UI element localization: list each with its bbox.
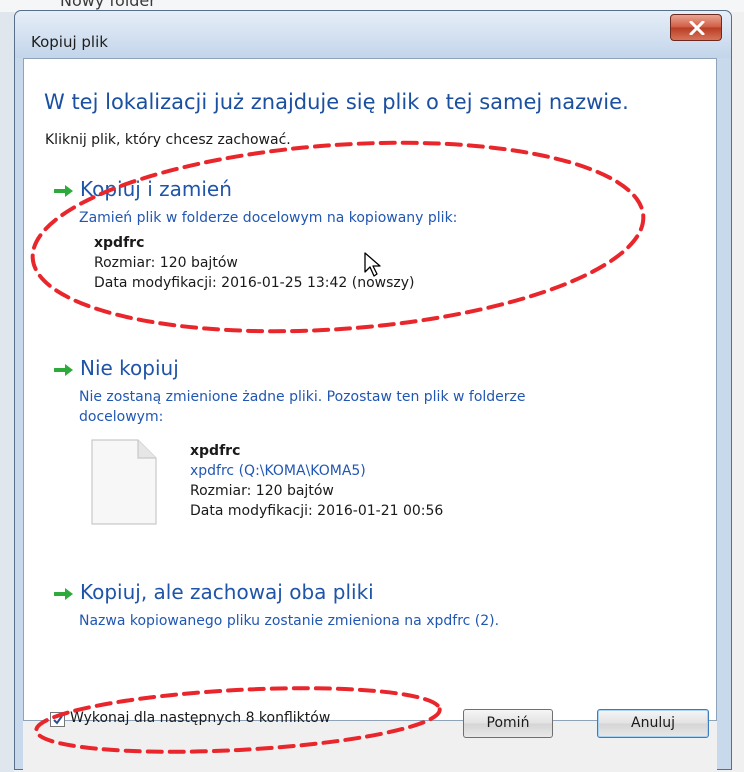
green-arrow-icon — [54, 364, 73, 376]
apply-to-all-checkbox[interactable] — [50, 712, 65, 727]
file-path: xpdfrc (Q:\KOMA\KOMA5) — [190, 463, 366, 479]
option-title: Nie kopiuj — [80, 356, 179, 380]
option-description-line: docelowym: — [79, 409, 164, 425]
file-size: Rozmiar: 120 bajtów — [190, 483, 334, 499]
window-title: Kopiuj plik — [31, 33, 108, 51]
option-description-line: Nie zostaną zmienione żadne pliki. Pozos… — [79, 389, 526, 405]
file-modified: Data modyfikacji: 2016-01-21 00:56 — [190, 503, 444, 519]
apply-to-all-label[interactable]: Wykonaj dla następnych 8 konfliktów — [70, 710, 330, 726]
mouse-cursor-icon — [364, 252, 381, 277]
checkmark-icon — [53, 715, 63, 725]
file-name: xpdfrc — [94, 235, 145, 251]
dialog-content: W tej lokalizacji już znajduje się plik … — [23, 58, 717, 721]
option-description: Nie zostaną zmienione żadne pliki. Pozos… — [79, 387, 526, 427]
copy-file-dialog: Kopiuj plik W tej lokalizacji już znajdu… — [14, 10, 732, 771]
green-arrow-icon — [54, 185, 73, 197]
option-title: Kopiuj, ale zachowaj oba pliki — [80, 580, 374, 604]
option-title: Kopiuj i zamień — [80, 177, 232, 201]
cancel-button[interactable]: Anuluj — [597, 709, 709, 738]
close-icon — [689, 21, 705, 35]
background-left-strip — [0, 12, 14, 772]
document-icon — [91, 439, 157, 525]
option-do-not-copy[interactable]: Nie kopiuj Nie zostaną zmienione żadne p… — [54, 356, 694, 566]
close-button[interactable] — [670, 14, 722, 41]
file-info-destination: xpdfrc xpdfrc (Q:\KOMA\KOMA5) Rozmiar: 1… — [190, 441, 443, 521]
option-description: Nazwa kopiowanego pliku zostanie zmienio… — [79, 613, 500, 629]
background-folder-label: Nowy folder — [60, 0, 156, 10]
title-bar[interactable]: Kopiuj plik — [15, 11, 731, 58]
option-keep-both[interactable]: Kopiuj, ale zachowaj oba pliki Nazwa kop… — [54, 580, 694, 640]
dialog-heading: W tej lokalizacji już znajduje się plik … — [44, 90, 629, 114]
skip-button[interactable]: Pomiń — [463, 709, 553, 738]
dialog-instruction: Kliknij plik, który chcesz zachować. — [45, 132, 291, 148]
option-copy-and-replace[interactable]: Kopiuj i zamień Zamień plik w folderze d… — [54, 177, 694, 317]
option-description: Zamień plik w folderze docelowym na kopi… — [79, 210, 458, 226]
green-arrow-icon — [54, 588, 73, 600]
file-name: xpdfrc — [190, 443, 241, 459]
